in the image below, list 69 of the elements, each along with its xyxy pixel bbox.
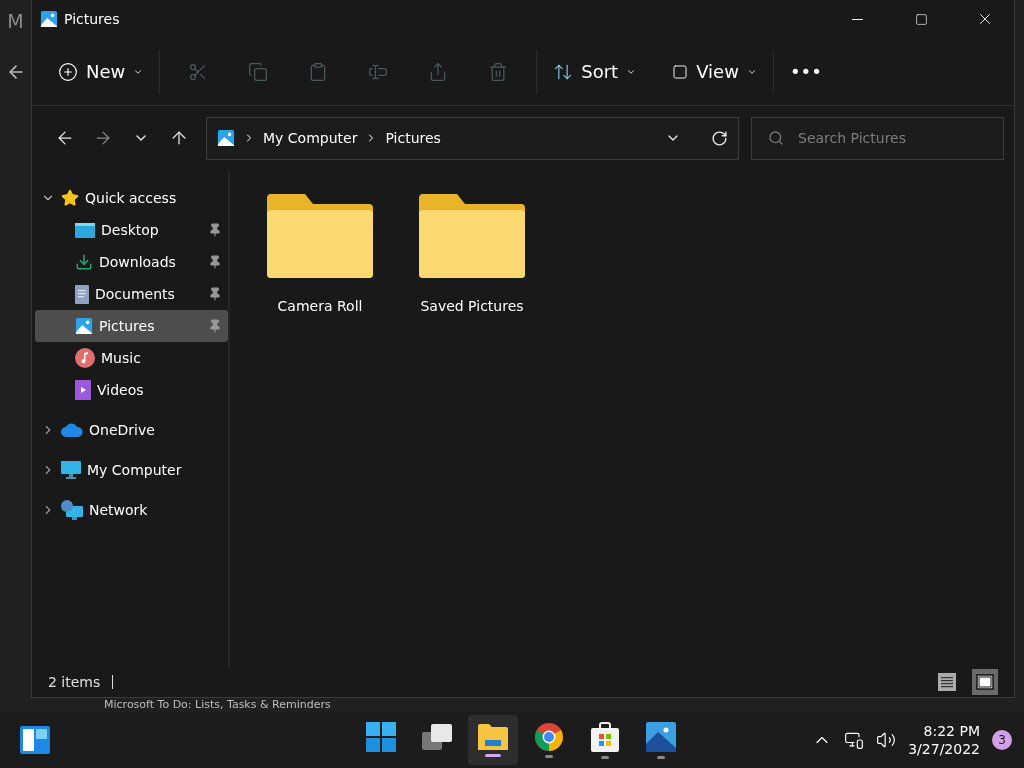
mountain-photo-icon[interactable] (646, 721, 677, 752)
nav-item[interactable]: OneDrive (35, 414, 228, 446)
background-window-title: M (7, 10, 24, 32)
shopping-bag-icon[interactable] (591, 721, 620, 752)
nav-item[interactable]: My Computer (35, 454, 228, 486)
address-bar[interactable]: My Computer Pictures (206, 116, 739, 160)
taskbar-app[interactable] (468, 715, 519, 765)
document-icon (75, 284, 89, 304)
clock-time: 8:22 PM (923, 723, 980, 739)
running-indicator (657, 755, 666, 759)
nav-item[interactable]: Videos (35, 374, 228, 406)
pin-icon (208, 319, 222, 333)
network-status-icon[interactable] (844, 730, 865, 750)
background-list-item: Microsoft To Do: Lists, Tasks & Reminders (104, 699, 331, 711)
network-icon (61, 500, 83, 520)
view-button[interactable]: View (664, 49, 765, 94)
tiles-icon (976, 674, 994, 690)
star-icon (61, 189, 79, 207)
view-layout-icon (672, 63, 689, 80)
folder-icon[interactable] (267, 194, 373, 278)
folder-name: Camera Roll (277, 298, 363, 314)
pictures-icon (40, 10, 58, 28)
running-indicator (545, 754, 554, 758)
film-icon (75, 380, 91, 400)
folder-icon[interactable] (419, 194, 525, 278)
folder-name: Saved Pictures (420, 298, 524, 314)
notification-badge[interactable]: 3 (992, 730, 1012, 750)
running-indicator (485, 753, 502, 757)
pictures-icon (75, 317, 93, 335)
windows-logo-icon[interactable] (366, 721, 397, 752)
pictures-icon (217, 129, 235, 147)
folder-icon[interactable] (478, 723, 509, 750)
plus-circle-icon (58, 61, 78, 82)
refresh-icon (710, 129, 728, 147)
pin-icon (208, 255, 222, 269)
breadcrumb[interactable]: My Computer (263, 130, 358, 146)
nav-item[interactable]: Network (35, 494, 228, 526)
search-icon (768, 130, 784, 146)
window-title: Pictures (64, 11, 121, 27)
music-note-icon (75, 348, 95, 368)
breadcrumb[interactable]: Pictures (385, 130, 441, 146)
computer-icon (61, 461, 81, 479)
search-field[interactable]: Search Pictures (751, 116, 1004, 160)
pin-icon (208, 223, 222, 237)
nav-item[interactable]: Music (35, 342, 228, 374)
pin-icon (208, 287, 222, 301)
maximize-icon (914, 12, 928, 26)
details-list-icon (938, 673, 956, 691)
running-indicator (601, 755, 610, 759)
desktop-icon (75, 221, 95, 239)
minimize-icon (851, 18, 863, 20)
more-button[interactable]: ••• (781, 49, 830, 94)
cloud-icon (61, 423, 83, 437)
nav-item[interactable]: Desktop (35, 214, 228, 246)
clock-date: 3/27/2022 (908, 741, 980, 757)
widgets-icon[interactable] (20, 726, 50, 754)
new-button[interactable]: New (50, 49, 152, 94)
volume-icon[interactable] (876, 730, 897, 750)
nav-item[interactable]: Pictures (35, 310, 228, 342)
sort-button[interactable]: Sort (545, 49, 645, 94)
task-view-icon[interactable] (422, 723, 453, 750)
taskbar-clock[interactable]: 8:22 PM 3/27/2022 (908, 723, 980, 757)
nav-item[interactable]: Quick access (35, 182, 228, 214)
tiles-view-button[interactable] (972, 669, 998, 695)
chrome-icon[interactable] (535, 722, 564, 751)
nav-item[interactable]: Documents (35, 278, 228, 310)
download-icon (75, 253, 93, 271)
item-count: 2 items (48, 674, 101, 690)
nav-item[interactable]: Downloads (35, 246, 228, 278)
